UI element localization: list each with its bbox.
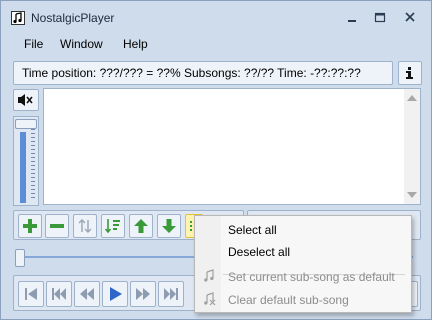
plus-icon: [23, 219, 37, 233]
volume-thumb[interactable]: [15, 119, 37, 129]
music-note-clear-icon: [204, 292, 216, 306]
menu-help[interactable]: Help: [123, 37, 148, 51]
volume-slider[interactable]: [13, 116, 39, 206]
arrow-up-icon: [134, 219, 148, 233]
maximize-button[interactable]: [371, 10, 389, 26]
status-text: Time position: ???/??? = ??% Subsongs: ?…: [22, 66, 361, 80]
context-clear-default-subsong[interactable]: Clear default sub-song: [195, 288, 411, 310]
menu-window[interactable]: Window: [60, 37, 103, 51]
add-module-button[interactable]: [18, 214, 42, 238]
module-list[interactable]: [43, 88, 421, 205]
deselect-all-label: Deselect all: [228, 245, 291, 259]
module-info-button[interactable]: [398, 61, 422, 85]
context-menu: Select all Deselect all Set current sub-…: [194, 215, 412, 313]
context-select-all[interactable]: Select all: [195, 218, 411, 240]
clear-default-label: Clear default sub-song: [228, 293, 349, 307]
main-window: NostalgicPlayer File Window Help Time po…: [0, 0, 432, 320]
app-music-icon: [11, 11, 25, 25]
set-default-label: Set current sub-song as default: [228, 270, 395, 284]
move-up-button[interactable]: [129, 214, 153, 238]
play-icon: [110, 287, 122, 301]
minus-icon: [50, 224, 64, 228]
scroll-down-icon[interactable]: [407, 192, 417, 198]
close-button[interactable]: [401, 10, 419, 26]
menu-file[interactable]: File: [24, 37, 43, 51]
position-thumb[interactable]: [15, 249, 25, 267]
previous-module-button[interactable]: [18, 281, 44, 307]
volume-level: [20, 132, 26, 203]
context-deselect-all[interactable]: Deselect all: [195, 240, 411, 262]
close-icon: [405, 12, 415, 22]
title-bar: NostalgicPlayer: [1, 1, 431, 33]
play-button[interactable]: [102, 281, 128, 307]
scroll-up-icon[interactable]: [407, 95, 417, 101]
swap-modules-button[interactable]: [73, 214, 97, 238]
next-song-button[interactable]: [158, 281, 184, 307]
mute-button[interactable]: [13, 89, 39, 111]
status-display: Time position: ???/??? = ??% Subsongs: ?…: [13, 61, 393, 85]
select-all-label: Select all: [228, 223, 277, 237]
move-down-button[interactable]: [157, 214, 181, 238]
next-song-icon: [164, 288, 178, 300]
speaker-mute-icon: [18, 94, 33, 106]
list-scrollbar[interactable]: [404, 89, 420, 204]
minimize-button[interactable]: [343, 10, 361, 26]
sort-button[interactable]: [101, 214, 125, 238]
previous-song-icon: [52, 288, 66, 300]
fast-forward-button[interactable]: [130, 281, 156, 307]
sort-icon: [104, 219, 120, 234]
arrow-down-icon: [162, 219, 176, 233]
volume-ticks: [31, 125, 35, 201]
info-icon: [406, 67, 413, 79]
rewind-icon: [80, 288, 94, 300]
context-set-default-subsong[interactable]: Set current sub-song as default: [195, 265, 411, 287]
window-title: NostalgicPlayer: [31, 11, 115, 25]
previous-song-button[interactable]: [46, 281, 72, 307]
menu-bar: File Window Help: [1, 34, 431, 54]
minimize-icon: [348, 20, 356, 22]
skip-previous-icon: [25, 288, 37, 300]
remove-module-button[interactable]: [45, 214, 69, 238]
music-note-icon: [204, 269, 214, 282]
swap-arrows-icon: [78, 219, 92, 233]
rewind-button[interactable]: [74, 281, 100, 307]
maximize-icon: [374, 12, 386, 23]
fast-forward-icon: [136, 288, 150, 300]
